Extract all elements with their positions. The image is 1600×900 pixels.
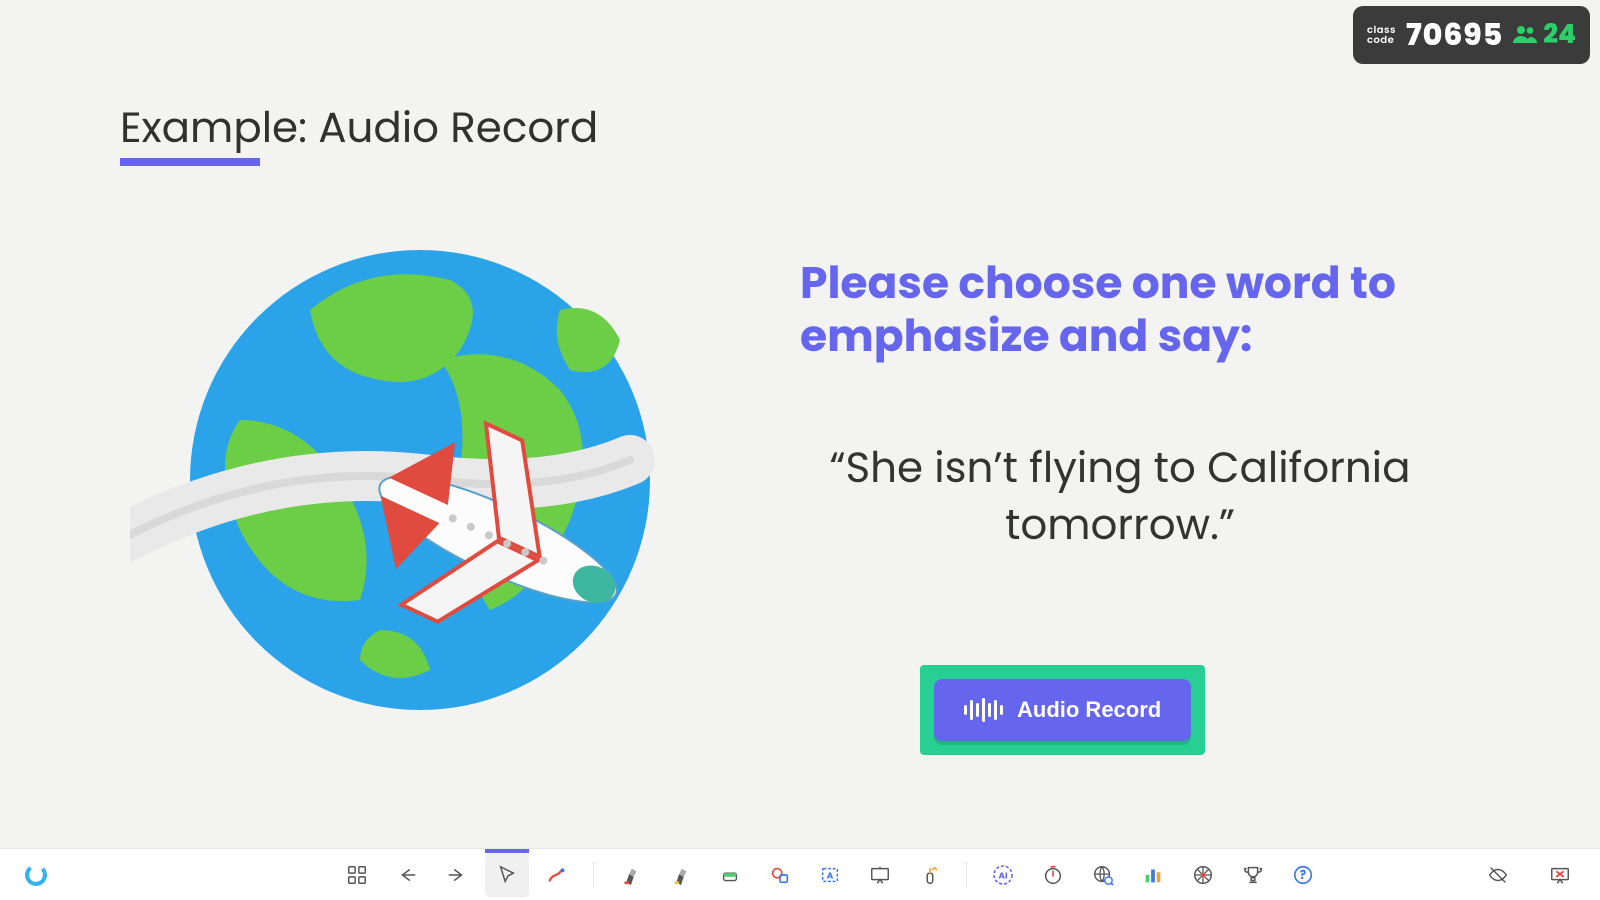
audio-wave-icon [964, 698, 1003, 722]
prev-slide-button[interactable] [385, 853, 429, 897]
eraser-button[interactable] [708, 853, 752, 897]
browser-button[interactable] [1081, 853, 1125, 897]
hide-toolbar-button[interactable] [1476, 853, 1520, 897]
slide-grid-button[interactable] [335, 853, 379, 897]
poll-button[interactable] [1131, 853, 1175, 897]
toolbar-separator [966, 862, 967, 888]
toolbar-separator [593, 862, 594, 888]
end-show-button[interactable] [1538, 853, 1582, 897]
timer-button[interactable] [1031, 853, 1075, 897]
people-icon [1513, 25, 1537, 46]
globe-plane-illustration [130, 220, 690, 740]
class-code-badge[interactable]: class code 70695 24 [1353, 6, 1590, 64]
next-slide-button[interactable] [435, 853, 479, 897]
participant-count: 24 [1513, 16, 1576, 55]
highlighter-red-button[interactable] [608, 853, 652, 897]
class-code-label: class code [1367, 25, 1396, 45]
svg-text:A: A [827, 869, 834, 882]
svg-text:AI: AI [998, 870, 1008, 882]
example-sentence: “She isn’t flying to California tomorrow… [800, 440, 1440, 553]
slide-title: Example: Audio Record [120, 96, 598, 159]
award-button[interactable] [1231, 853, 1275, 897]
participant-number: 24 [1543, 16, 1576, 55]
bottom-toolbar: A AI [0, 848, 1600, 900]
ai-button[interactable]: AI [981, 853, 1025, 897]
shapes-button[interactable] [758, 853, 802, 897]
pen-tool-button[interactable] [535, 853, 579, 897]
audio-record-highlight: Audio Record [920, 665, 1205, 755]
draggable-button[interactable] [908, 853, 952, 897]
class-code-number: 70695 [1406, 12, 1503, 58]
pointer-tool-button[interactable] [485, 853, 529, 897]
whiteboard-button[interactable] [858, 853, 902, 897]
help-button[interactable]: ? [1281, 853, 1325, 897]
name-picker-button[interactable] [1181, 853, 1225, 897]
text-box-button[interactable]: A [808, 853, 852, 897]
audio-record-label: Audio Record [1017, 697, 1161, 723]
app-logo[interactable] [14, 853, 58, 897]
instruction-text: Please choose one word to emphasize and … [800, 258, 1440, 364]
slide-canvas: class code 70695 24 Example: Audio Recor… [0, 0, 1600, 900]
class-label-line2: code [1367, 35, 1396, 45]
title-underline [120, 158, 260, 166]
highlighter-yellow-button[interactable] [658, 853, 702, 897]
audio-record-button[interactable]: Audio Record [934, 679, 1191, 741]
svg-text:?: ? [1300, 867, 1306, 884]
